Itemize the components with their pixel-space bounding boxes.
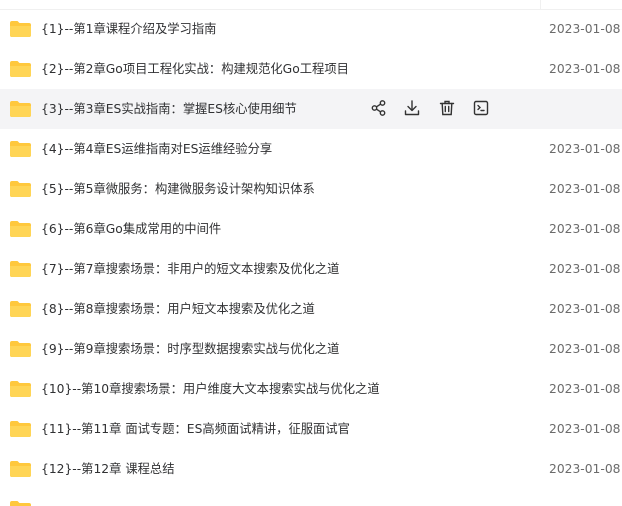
- folder-row[interactable]: {1}--第1章课程介绍及学习指南 2023-01-08 01:0: [0, 9, 622, 49]
- modified-date: 2023-01-08 01:0: [549, 142, 622, 156]
- modified-date: 2023-01-08 01:0: [549, 222, 622, 236]
- modified-date: 2023-01-08 01:0: [549, 382, 622, 396]
- delete-icon[interactable]: [438, 99, 456, 117]
- folder-name[interactable]: {12}--第12章 课程总结: [41, 460, 175, 478]
- modified-date: 2023-01-08 01:0: [549, 342, 622, 356]
- folder-row[interactable]: {6}--第6章Go集成常用的中间件 2023-01-08 01:0: [0, 209, 622, 249]
- folder-icon: [10, 101, 31, 117]
- folder-name[interactable]: {2}--第2章Go项目工程化实战：构建规范化Go工程项目: [41, 60, 349, 78]
- folder-icon: [10, 221, 31, 237]
- folder-row[interactable]: {12}--第12章 课程总结 2023-01-08 01:0: [0, 449, 622, 489]
- folder-name[interactable]: {6}--第6章Go集成常用的中间件: [41, 220, 221, 238]
- folder-name[interactable]: {5}--第5章微服务：构建微服务设计架构知识体系: [41, 180, 315, 198]
- folder-row[interactable]: {8}--第8章搜索场景：用户短文本搜索及优化之道 2023-01-08 01:…: [0, 289, 622, 329]
- folder-icon: [10, 181, 31, 197]
- file-list: {1}--第1章课程介绍及学习指南 2023-01-08 01:0 {2}--第…: [0, 0, 622, 506]
- folder-row[interactable]: {5}--第5章微服务：构建微服务设计架构知识体系 2023-01-08 01:…: [0, 169, 622, 209]
- folder-icon: [10, 381, 31, 397]
- folder-name[interactable]: {11}--第11章 面试专题：ES高频面试精讲，征服面试官: [41, 420, 350, 438]
- folder-name[interactable]: {3}--第3章ES实战指南：掌握ES核心使用细节: [41, 100, 297, 118]
- modified-date: 2023-01-08 01:0: [549, 62, 622, 76]
- folder-icon: [10, 61, 31, 77]
- folder-row-partial[interactable]: [0, 489, 622, 506]
- more-icon[interactable]: [472, 99, 490, 117]
- folder-icon: [10, 21, 31, 37]
- folder-name[interactable]: {4}--第4章ES运维指南对ES运维经验分享: [41, 140, 272, 158]
- folder-icon: [10, 301, 31, 317]
- download-icon[interactable]: [403, 99, 421, 117]
- folder-name[interactable]: {8}--第8章搜索场景：用户短文本搜索及优化之道: [41, 300, 315, 318]
- modified-date: 2023-01-08 01:0: [549, 182, 622, 196]
- folder-row[interactable]: {7}--第7章搜索场景：非用户的短文本搜索及优化之道 2023-01-08 0…: [0, 249, 622, 289]
- modified-date: 2023-01-08 01:0: [549, 462, 622, 476]
- folder-row[interactable]: {4}--第4章ES运维指南对ES运维经验分享 2023-01-08 01:0: [0, 129, 622, 169]
- folder-name[interactable]: {7}--第7章搜索场景：非用户的短文本搜索及优化之道: [41, 260, 339, 278]
- folder-icon: [10, 421, 31, 437]
- modified-date: 2023-01-08 01:0: [549, 262, 622, 276]
- folder-icon: [10, 341, 31, 357]
- folder-icon: [10, 141, 31, 157]
- modified-date: 2023-01-08 01:0: [549, 22, 622, 36]
- modified-date: 2023-01-08 01:0: [549, 422, 622, 436]
- folder-name[interactable]: {9}--第9章搜索场景：时序型数据搜索实战与优化之道: [41, 340, 339, 358]
- folder-name[interactable]: {1}--第1章课程介绍及学习指南: [41, 20, 216, 38]
- folder-icon: [10, 461, 31, 477]
- folder-icon: [10, 261, 31, 277]
- folder-icon: [10, 501, 31, 506]
- folder-row[interactable]: {2}--第2章Go项目工程化实战：构建规范化Go工程项目 2023-01-08…: [0, 49, 622, 89]
- folder-row-hovered[interactable]: {3}--第3章ES实战指南：掌握ES核心使用细节: [0, 89, 622, 129]
- folder-name[interactable]: {10}--第10章搜索场景：用户维度大文本搜索实战与优化之道: [41, 380, 380, 398]
- share-icon[interactable]: [370, 99, 388, 117]
- folder-row[interactable]: {10}--第10章搜索场景：用户维度大文本搜索实战与优化之道 2023-01-…: [0, 369, 622, 409]
- modified-date: 2023-01-08 01:0: [549, 302, 622, 316]
- folder-row[interactable]: {11}--第11章 面试专题：ES高频面试精讲，征服面试官 2023-01-0…: [0, 409, 622, 449]
- column-divider: [540, 0, 541, 9]
- folder-row[interactable]: {9}--第9章搜索场景：时序型数据搜索实战与优化之道 2023-01-08 0…: [0, 329, 622, 369]
